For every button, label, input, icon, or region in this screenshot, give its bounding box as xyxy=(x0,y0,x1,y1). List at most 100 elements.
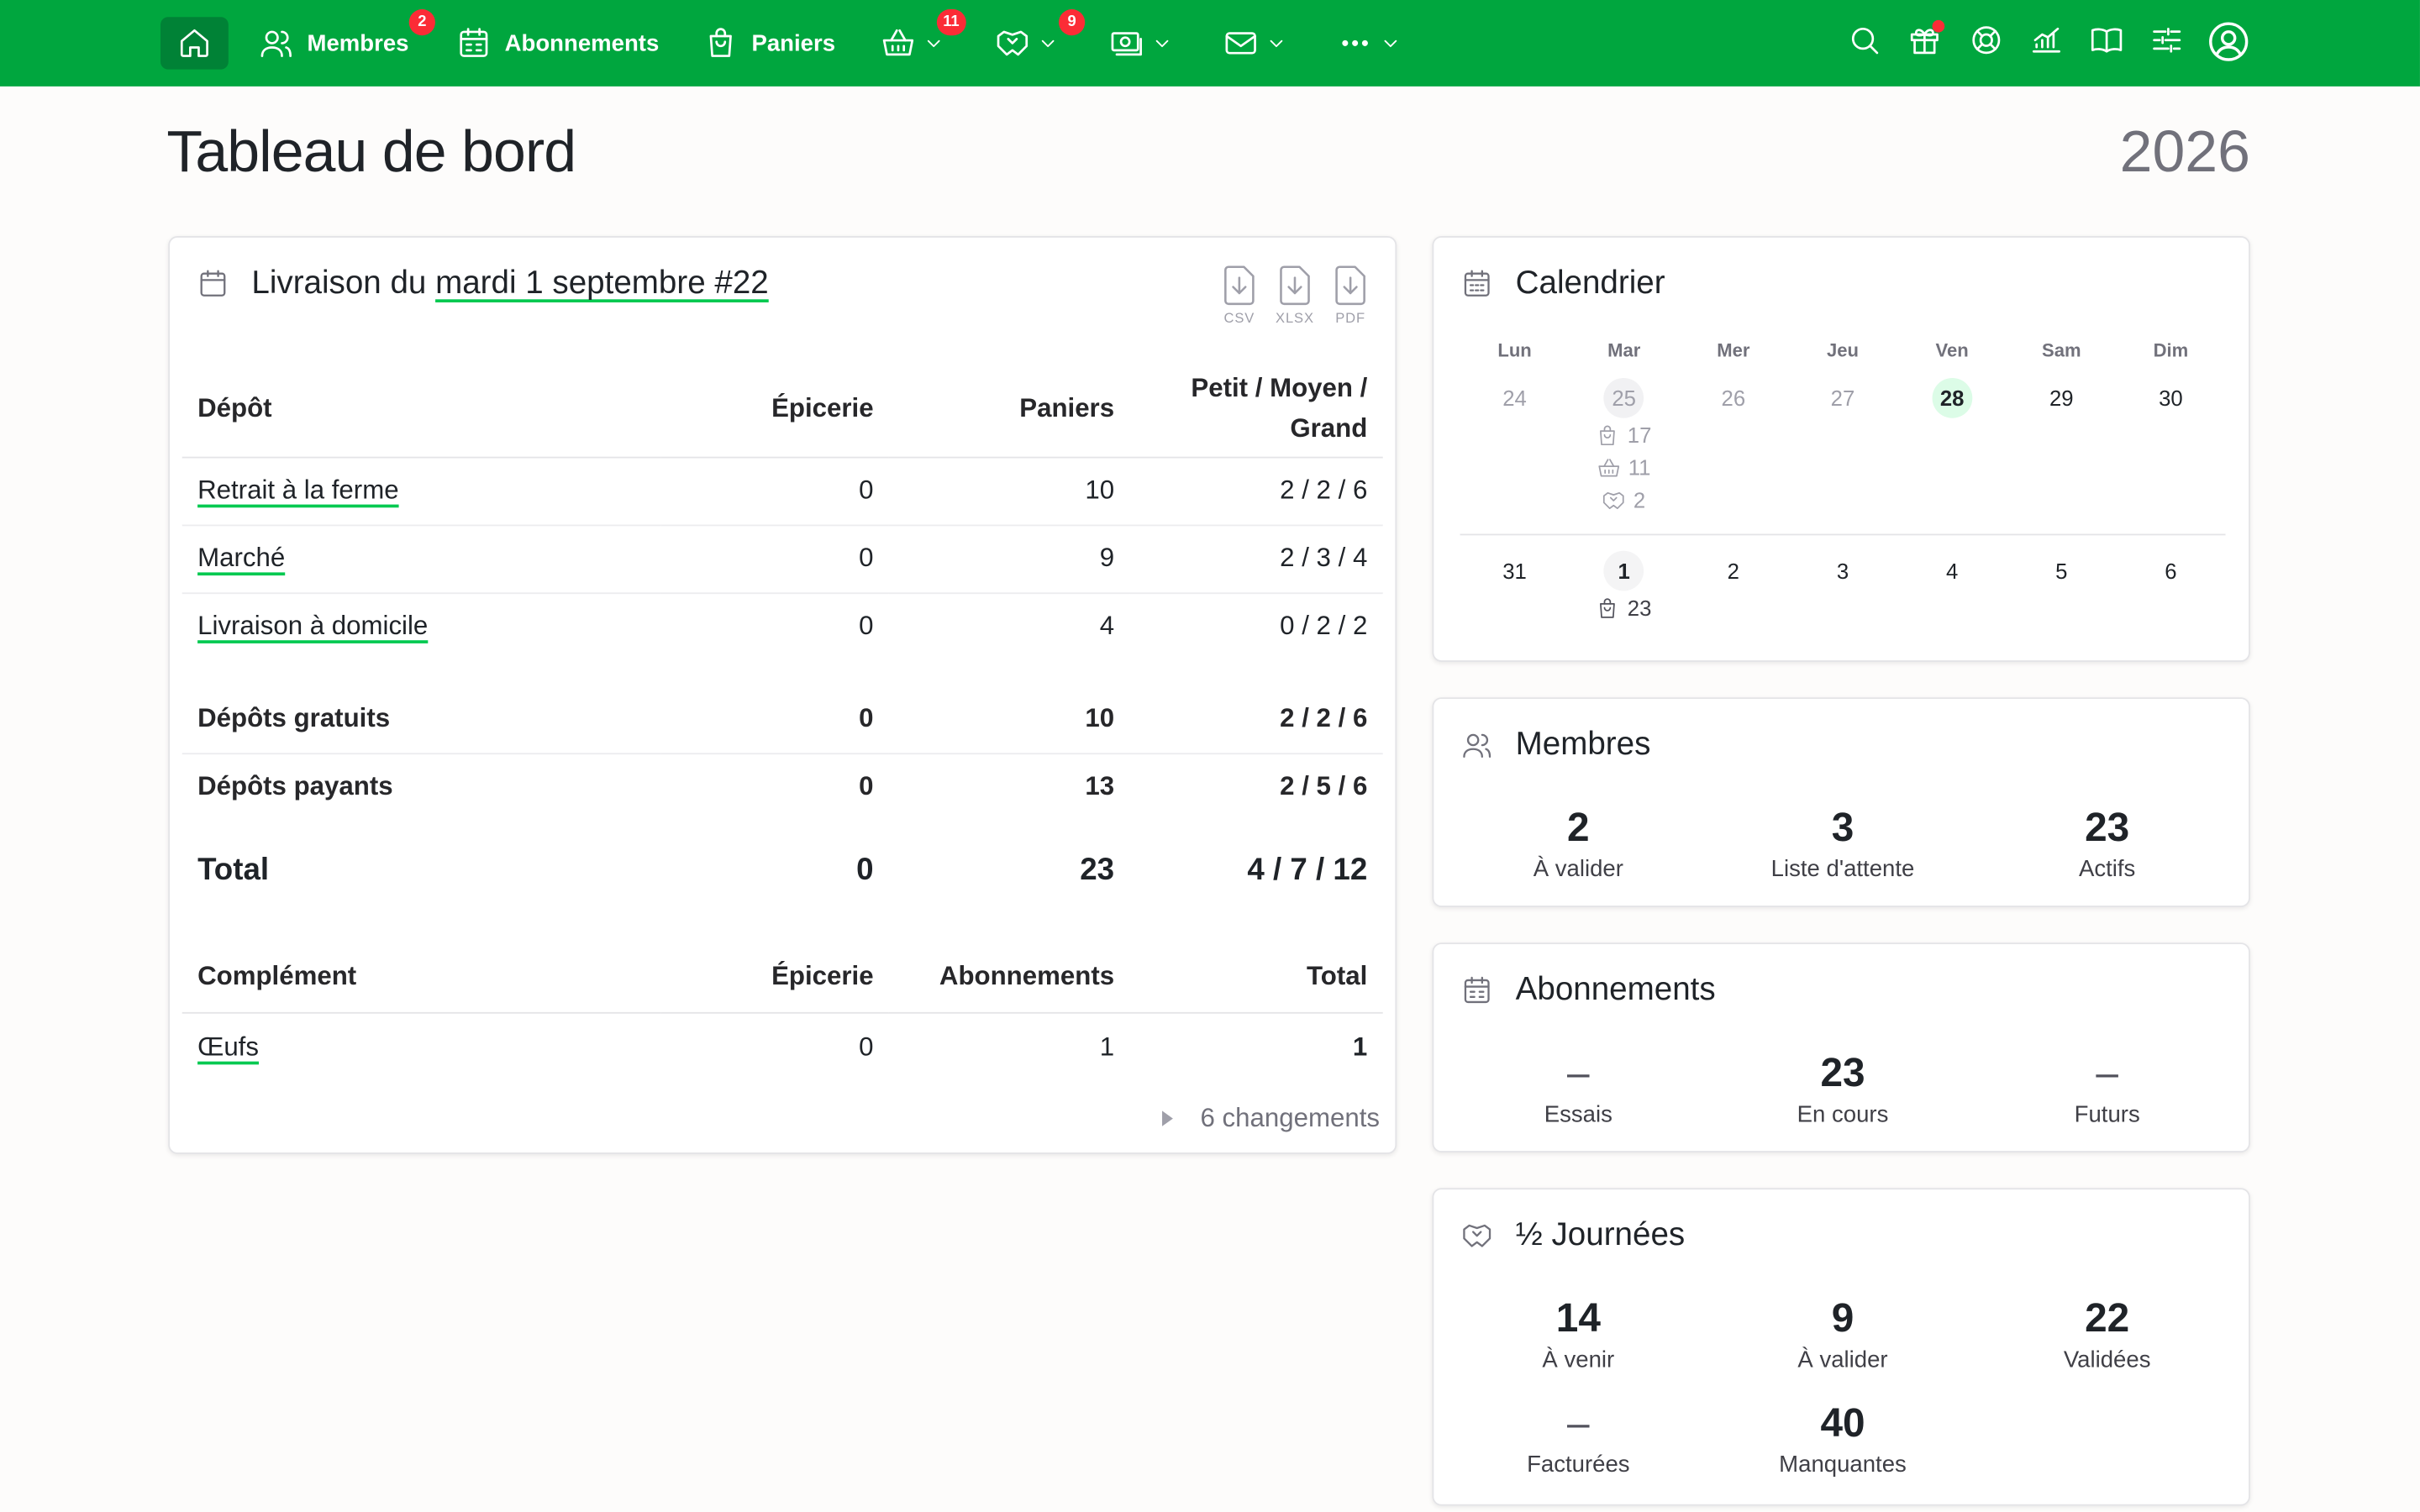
cell-grocery: 0 xyxy=(856,852,874,887)
top-navbar: Membres 2 Abonnements Paniers 11 9 xyxy=(0,0,2420,87)
depot-link[interactable]: Retrait à la ferme xyxy=(197,475,398,505)
calendar-day: 30 xyxy=(2116,378,2225,515)
calendar-day: 27 xyxy=(1788,378,1897,515)
day-number: 26 xyxy=(1721,386,1746,411)
depot-link[interactable]: Marché xyxy=(197,543,285,573)
handshake-icon xyxy=(1463,1224,1491,1247)
cell-baskets: 10 xyxy=(1085,703,1115,732)
account-button[interactable] xyxy=(2207,20,2249,71)
support-button[interactable] xyxy=(1970,24,2003,66)
settings-button[interactable] xyxy=(2150,24,2184,66)
calendar-day: 24 xyxy=(1460,378,1570,515)
calendar-day: 31 xyxy=(1460,551,1570,623)
stat-subscriptions-trial[interactable]: – Essais xyxy=(1446,1049,1711,1128)
calendar-day: 6 xyxy=(2116,551,2225,623)
calendar-week-2: 31 1 23 2 3 4 5 6 xyxy=(1460,550,2226,623)
handshake-icon xyxy=(1603,491,1625,509)
cell-total: 1 xyxy=(1129,1011,1383,1082)
shop-basket-icon xyxy=(882,29,914,56)
download-file-icon xyxy=(1280,265,1310,306)
table-row: Marché 0 9 2 / 3 / 4 xyxy=(182,523,1383,593)
book-icon xyxy=(2091,28,2123,53)
calendar-day-delivery[interactable]: 25 17 11 2 xyxy=(1570,377,1679,515)
cell-grocery: 0 xyxy=(660,752,889,822)
export-pdf-button[interactable]: PDF xyxy=(1328,265,1371,326)
cell-grocery: 0 xyxy=(660,1011,889,1082)
stat-subscriptions-current[interactable]: 23 En cours xyxy=(1711,1049,1975,1128)
total-label: Total xyxy=(197,852,270,887)
changes-toggle[interactable]: 6 changements xyxy=(1161,1103,1380,1134)
calendar-day-today: 28 xyxy=(1897,377,2007,515)
stat-halfdays-missing[interactable]: 40 Manquantes xyxy=(1711,1399,1975,1478)
nav-subscriptions[interactable]: Abonnements xyxy=(457,17,659,69)
export-csv-button[interactable]: CSV xyxy=(1218,265,1260,326)
search-button[interactable] xyxy=(1848,24,1881,66)
cell-grocery: 0 xyxy=(660,591,889,661)
nav-shop-dropdown[interactable] xyxy=(881,17,943,69)
delivery-card-header: Livraison du mardi 1 septembre #22 xyxy=(197,265,769,302)
cell-subscriptions: 1 xyxy=(888,1011,1130,1082)
table-row: Retrait à la ferme 0 10 2 / 2 / 6 xyxy=(182,455,1383,525)
stat-subscriptions-future[interactable]: – Futurs xyxy=(1975,1049,2239,1128)
download-file-icon xyxy=(1335,265,1365,306)
nav-baskets-label: Paniers xyxy=(751,29,836,57)
stat-halfdays-validated[interactable]: 22 Validées xyxy=(1975,1294,2239,1373)
stat-members-pending[interactable]: 2 À valider xyxy=(1446,804,1711,883)
paid-depots-row: Dépôts payants 0 13 2 / 5 / 6 xyxy=(182,752,1383,822)
delivery-card: Livraison du mardi 1 septembre #22 CSV X… xyxy=(168,236,1397,1154)
calendar-weekdays: Lun Mar Mer Jeu Ven Sam Dim xyxy=(1460,339,2226,361)
stat-value: 14 xyxy=(1555,1294,1601,1341)
cell-baskets: 23 xyxy=(1080,852,1115,887)
depot-link[interactable]: Livraison à domicile xyxy=(197,612,428,641)
stat-members-active[interactable]: 23 Actifs xyxy=(1975,804,2239,883)
handbook-button[interactable] xyxy=(2090,24,2123,66)
stat-members-waiting[interactable]: 3 Liste d'attente xyxy=(1711,804,1975,883)
col-grocery: Épicerie xyxy=(771,392,874,423)
delivery-title: Livraison du mardi 1 septembre #22 xyxy=(251,265,768,302)
col-depot: Dépôt xyxy=(197,392,272,423)
export-xlsx-button[interactable]: XLSX xyxy=(1273,265,1316,326)
col-sizes-line1: Petit / Moyen / xyxy=(1191,373,1368,402)
download-file-icon xyxy=(1224,265,1255,306)
nav-activity-dropdown[interactable] xyxy=(996,17,1057,69)
chevron-down-icon xyxy=(1155,39,1169,48)
handshake-icon xyxy=(997,30,1028,56)
chevron-down-icon xyxy=(927,39,940,48)
calendar-day: 3 xyxy=(1788,551,1897,623)
home-button[interactable] xyxy=(160,17,229,70)
nav-more-dropdown[interactable] xyxy=(1338,17,1399,69)
calendar-card-header: Calendrier xyxy=(1461,265,1665,302)
caret-right-icon xyxy=(1161,1110,1173,1126)
calendar-day-selected[interactable]: 1 23 xyxy=(1570,550,1679,623)
members-card-header: Membres xyxy=(1461,727,1650,764)
chevron-down-icon xyxy=(1384,39,1397,48)
subscriptions-card-header: Abonnements xyxy=(1461,972,1716,1009)
table-gap xyxy=(182,660,1383,685)
gift-dot xyxy=(1932,19,1945,33)
nav-billing-dropdown[interactable] xyxy=(1110,17,1171,69)
complement-link[interactable]: Œufs xyxy=(197,1032,259,1061)
cell-baskets: 9 xyxy=(888,523,1130,593)
stat-halfdays-billed[interactable]: – Facturées xyxy=(1446,1399,1711,1478)
stats-button[interactable] xyxy=(2029,24,2063,66)
day-number: 27 xyxy=(1830,386,1855,411)
export-csv-label: CSV xyxy=(1223,310,1255,326)
stat-halfdays-pending[interactable]: 9 À valider xyxy=(1711,1294,1975,1373)
calendar-icon xyxy=(460,28,488,57)
home-icon xyxy=(180,29,208,57)
delivery-date-link[interactable]: mardi 1 septembre #22 xyxy=(435,265,769,301)
calendar-day: 4 xyxy=(1897,551,2007,623)
nav-baskets[interactable]: Paniers xyxy=(704,17,835,69)
calendar-day: 29 xyxy=(2007,378,2116,515)
nav-members[interactable]: Membres xyxy=(260,17,408,69)
nav-mail-dropdown[interactable] xyxy=(1224,17,1286,69)
stat-halfdays-upcoming[interactable]: 14 À venir xyxy=(1446,1294,1711,1373)
subscriptions-stats: – Essais 23 En cours – Futurs xyxy=(1446,1049,2239,1128)
delivery-title-prefix: Livraison du xyxy=(251,265,427,302)
baskets-count: 23 xyxy=(1627,595,1652,621)
year-selector[interactable]: 2026 xyxy=(2120,120,2250,186)
halfdays-stats-row2: – Facturées 40 Manquantes xyxy=(1446,1399,2239,1478)
account-icon xyxy=(2209,22,2249,61)
stat-label: À venir xyxy=(1542,1347,1615,1373)
more-icon xyxy=(1342,39,1368,46)
